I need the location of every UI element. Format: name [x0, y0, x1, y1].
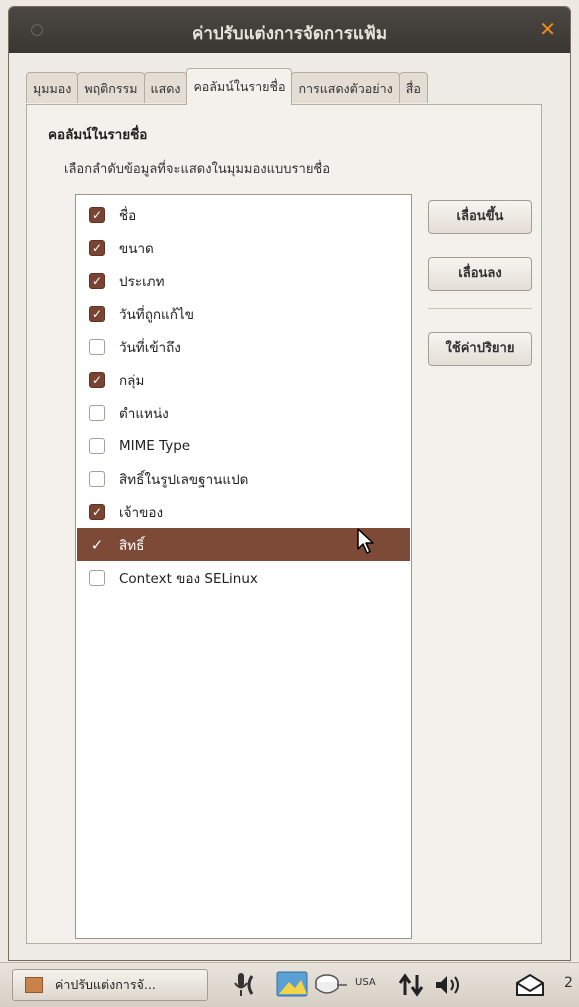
taskbar-window-label: ค่าปรับแต่งการจั... — [55, 977, 156, 992]
checkbox[interactable]: ✓ — [89, 537, 105, 553]
list-item[interactable]: ✓ Context ของ SELinux — [77, 561, 410, 594]
section-title: คอลัมน์ในรายชื่อ — [48, 127, 148, 143]
tab-views[interactable]: มุมมอง — [26, 72, 79, 103]
checkbox[interactable]: ✓ — [89, 437, 105, 454]
close-icon[interactable]: ✕ — [539, 17, 556, 41]
column-list[interactable]: ✓ ชื่อ ✓ ขนาด ✓ ประเภท ✓ วันที่ถูกแก้ไข ✓ วัน… — [75, 194, 412, 939]
checkbox[interactable]: ✓ — [89, 272, 105, 289]
list-item-label: สิทธิ์ในรูปเลขฐานแปด — [119, 471, 249, 488]
image-viewer-icon[interactable] — [275, 968, 309, 1000]
keyboard-layout-indicator[interactable]: USA — [355, 977, 376, 988]
window-menu-icon[interactable] — [31, 24, 43, 36]
clock[interactable]: 2 — [564, 975, 573, 991]
list-item[interactable]: ✓ กลุ่ม — [77, 363, 410, 396]
list-item[interactable]: ✓ วันที่เข้าถึง — [77, 330, 410, 363]
list-item-label: วันที่ถูกแก้ไข — [119, 306, 194, 323]
checkbox[interactable]: ✓ — [89, 305, 105, 322]
network-icon[interactable] — [313, 972, 349, 998]
list-item-label: เจ้าของ — [119, 504, 164, 521]
list-item[interactable]: ✓ MIME Type — [77, 429, 410, 462]
tab-list-columns[interactable]: คอลัมน์ในรายชื่อ — [186, 68, 293, 105]
checkbox[interactable]: ✓ — [89, 503, 105, 520]
mail-icon[interactable] — [515, 973, 545, 997]
checkbox[interactable]: ✓ — [89, 404, 105, 421]
list-item[interactable]: ✓ ประเภท — [77, 264, 410, 297]
tab-bar: มุมมอง พฤติกรรม แสดง คอลัมน์ในรายชื่อ กา… — [26, 68, 428, 105]
list-item-label: วันที่เข้าถึง — [119, 339, 181, 356]
list-item-label: ตำแหน่ง — [119, 405, 169, 422]
list-item[interactable]: ✓ ขนาด — [77, 231, 410, 264]
window-titlebar[interactable]: ค่าปรับแต่งการจัดการแฟ้ม ✕ — [9, 7, 570, 53]
taskbar: ค่าปรับแต่งการจั... USA 2 — [0, 962, 579, 1007]
checkbox[interactable]: ✓ — [89, 239, 105, 256]
checkbox[interactable]: ✓ — [89, 569, 105, 586]
list-item-label: Context ของ SELinux — [119, 570, 258, 587]
list-item[interactable]: ✓ เจ้าของ — [77, 495, 410, 528]
button-separator — [428, 308, 532, 309]
tab-media[interactable]: สื่อ — [398, 72, 428, 103]
list-item-label: กลุ่ม — [119, 372, 145, 389]
microphone-icon[interactable] — [232, 970, 262, 1000]
checkbox[interactable]: ✓ — [89, 470, 105, 487]
list-item-label: ชื่อ — [119, 207, 137, 224]
mouse-pointer-icon — [357, 528, 374, 554]
tab-display[interactable]: แสดง — [143, 72, 188, 103]
checkbox[interactable]: ✓ — [89, 338, 105, 355]
window-title: ค่าปรับแต่งการจัดการแฟ้ม — [191, 24, 388, 44]
list-item-label: สิทธิ์ — [119, 537, 145, 554]
list-item[interactable]: ✓ ชื่อ — [77, 198, 410, 231]
network-transfer-icon[interactable] — [398, 973, 424, 997]
preferences-app-icon — [25, 977, 43, 993]
tab-behavior[interactable]: พฤติกรรม — [77, 72, 145, 103]
use-default-button[interactable]: ใช้ค่าปริยาย — [428, 332, 532, 366]
volume-icon[interactable] — [434, 973, 464, 997]
list-item[interactable]: ✓ ตำแหน่ง — [77, 396, 410, 429]
list-item-label: ขนาด — [119, 240, 154, 257]
list-item-label: MIME Type — [119, 437, 191, 454]
checkbox[interactable]: ✓ — [89, 371, 105, 388]
list-item[interactable]: ✓ สิทธิ์ในรูปเลขฐานแปด — [77, 462, 410, 495]
checkbox[interactable]: ✓ — [89, 206, 105, 223]
taskbar-window-button[interactable]: ค่าปรับแต่งการจั... — [12, 969, 208, 1001]
tab-preview[interactable]: การแสดงตัวอย่าง — [291, 72, 400, 103]
move-up-button[interactable]: เลื่อนขึ้น — [428, 200, 532, 234]
move-down-button[interactable]: เลื่อนลง — [428, 257, 532, 291]
section-description: เลือกลำดับข้อมูลที่จะแสดงในมุมมองแบบรายช… — [64, 162, 331, 177]
list-item[interactable]: ✓ วันที่ถูกแก้ไข — [77, 297, 410, 330]
list-item-label: ประเภท — [119, 273, 165, 290]
